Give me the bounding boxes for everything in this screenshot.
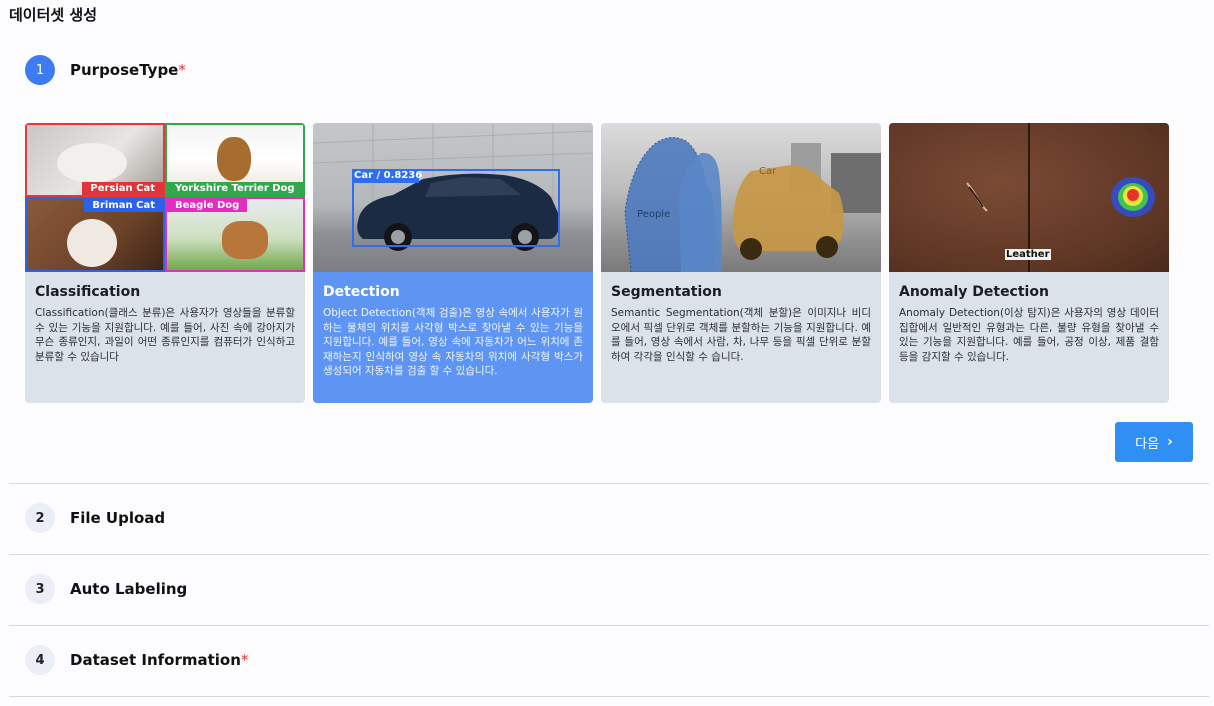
divider bbox=[9, 625, 1209, 626]
divider bbox=[9, 554, 1209, 555]
step-4-number: 4 bbox=[25, 645, 55, 675]
required-mark: * bbox=[240, 651, 249, 669]
segmentation-image: People Car bbox=[601, 123, 881, 272]
card-description: Anomaly Detection(이상 탐지)은 사용자의 영상 데이터 집합… bbox=[899, 307, 1159, 363]
step-3-header[interactable]: 3 Auto Labeling bbox=[25, 574, 187, 604]
card-title: Detection bbox=[323, 284, 400, 300]
anomaly-detection-image: Leather bbox=[889, 123, 1169, 272]
detection-image: Car / 0.8236 bbox=[313, 123, 593, 272]
step-2-label: File Upload bbox=[70, 509, 166, 527]
divider bbox=[9, 483, 1209, 484]
step-1-header[interactable]: 1 PurposeType* bbox=[25, 55, 186, 85]
card-anomaly-detection[interactable]: Leather Anomaly Detection Anomaly Detect… bbox=[889, 123, 1169, 403]
step-4-header[interactable]: 4 Dataset Information* bbox=[25, 645, 248, 675]
required-mark: * bbox=[178, 61, 186, 79]
card-description: Object Detection(객체 검출)은 영상 속에서 사용자가 원하는… bbox=[323, 307, 583, 377]
divider bbox=[9, 696, 1209, 697]
card-classification[interactable]: Persian Cat Yorkshire Terrier Dog Briman… bbox=[25, 123, 305, 403]
card-detection[interactable]: Car / 0.8236 Detection Object Detection(… bbox=[313, 123, 593, 403]
step-2-number: 2 bbox=[25, 503, 55, 533]
step-2-header[interactable]: 2 File Upload bbox=[25, 503, 165, 533]
step-4-label: Dataset Information* bbox=[70, 651, 249, 669]
next-button[interactable]: 다음 › bbox=[1115, 422, 1193, 462]
card-description: Classification(클래스 분류)은 사용자가 영상들을 분류할 수 … bbox=[35, 307, 295, 363]
next-button-label: 다음 bbox=[1135, 436, 1160, 452]
step-3-number: 3 bbox=[25, 574, 55, 604]
card-title: Segmentation bbox=[611, 284, 722, 300]
step-1-label: PurposeType* bbox=[70, 61, 186, 79]
card-title: Classification bbox=[35, 284, 141, 300]
card-title: Anomaly Detection bbox=[899, 284, 1049, 300]
classification-image: Persian Cat Yorkshire Terrier Dog Briman… bbox=[25, 123, 305, 272]
step-3-label: Auto Labeling bbox=[70, 580, 188, 598]
chevron-right-icon: › bbox=[1167, 434, 1173, 450]
purpose-type-cards: Persian Cat Yorkshire Terrier Dog Briman… bbox=[25, 123, 1169, 403]
step-1-number: 1 bbox=[25, 55, 55, 85]
card-description: Semantic Segmentation(객체 분할)은 이미지나 비디오에서… bbox=[611, 307, 871, 363]
page-title: 데이터셋 생성 bbox=[9, 6, 98, 24]
card-segmentation[interactable]: People Car Segmentation Semantic Segment… bbox=[601, 123, 881, 403]
